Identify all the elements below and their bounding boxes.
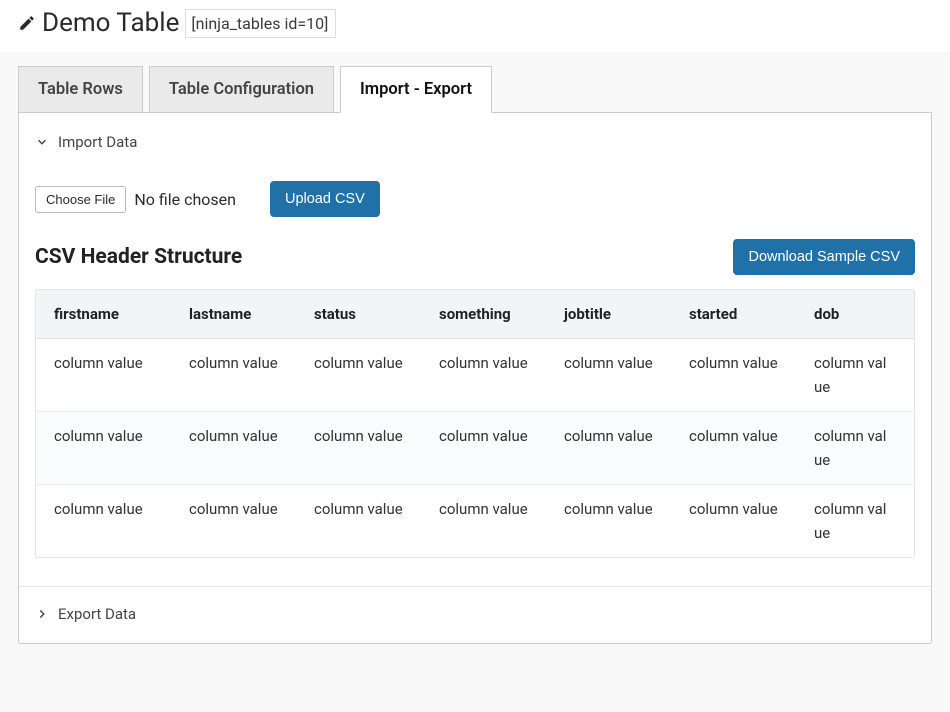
td: column value: [36, 412, 171, 484]
td: column value: [296, 412, 421, 484]
th-status: status: [296, 290, 421, 338]
download-sample-csv-button[interactable]: Download Sample CSV: [733, 239, 915, 275]
csv-structure-title: CSV Header Structure: [35, 245, 242, 269]
th-firstname: firstname: [36, 290, 171, 338]
import-accordion-label: Import Data: [58, 133, 137, 151]
table-row: column value column value column value c…: [36, 485, 914, 557]
shortcode-display[interactable]: [ninja_tables id=10]: [185, 9, 336, 38]
tab-rows[interactable]: Table Rows: [18, 66, 143, 112]
table-header-row: firstname lastname status something jobt…: [36, 290, 914, 339]
tab-import-export[interactable]: Import - Export: [340, 66, 492, 113]
td: column value: [421, 339, 546, 411]
td: column value: [796, 485, 911, 557]
tab-bar: Table Rows Table Configuration Import - …: [18, 66, 932, 113]
csv-structure-table: firstname lastname status something jobt…: [35, 289, 915, 558]
th-dob: dob: [796, 290, 911, 338]
table-row: column value column value column value c…: [36, 412, 914, 485]
edit-icon: [18, 14, 36, 32]
th-something: something: [421, 290, 546, 338]
td: column value: [671, 412, 796, 484]
td: column value: [171, 339, 296, 411]
td: column value: [796, 412, 911, 484]
td: column value: [671, 339, 796, 411]
table-body: column value column value column value c…: [36, 339, 914, 557]
import-export-panel: Import Data Choose File No file chosen U…: [18, 113, 932, 644]
td: column value: [546, 485, 671, 557]
export-accordion-toggle[interactable]: Export Data: [19, 586, 931, 643]
td: column value: [421, 412, 546, 484]
td: column value: [546, 339, 671, 411]
td: column value: [546, 412, 671, 484]
td: column value: [671, 485, 796, 557]
td: column value: [296, 485, 421, 557]
file-status-text: No file chosen: [134, 190, 236, 209]
upload-csv-button[interactable]: Upload CSV: [270, 181, 380, 217]
td: column value: [296, 339, 421, 411]
th-jobtitle: jobtitle: [546, 290, 671, 338]
tab-config[interactable]: Table Configuration: [149, 66, 334, 112]
th-started: started: [671, 290, 796, 338]
td: column value: [36, 339, 171, 411]
choose-file-button[interactable]: Choose File: [35, 186, 126, 213]
td: column value: [796, 339, 911, 411]
td: column value: [171, 412, 296, 484]
table-row: column value column value column value c…: [36, 339, 914, 412]
chevron-right-icon: [35, 607, 49, 621]
th-lastname: lastname: [171, 290, 296, 338]
chevron-down-icon: [35, 135, 49, 149]
import-accordion-toggle[interactable]: Import Data: [19, 119, 931, 165]
page-title: Demo Table: [42, 8, 179, 38]
td: column value: [36, 485, 171, 557]
export-accordion-label: Export Data: [58, 605, 136, 623]
td: column value: [171, 485, 296, 557]
td: column value: [421, 485, 546, 557]
